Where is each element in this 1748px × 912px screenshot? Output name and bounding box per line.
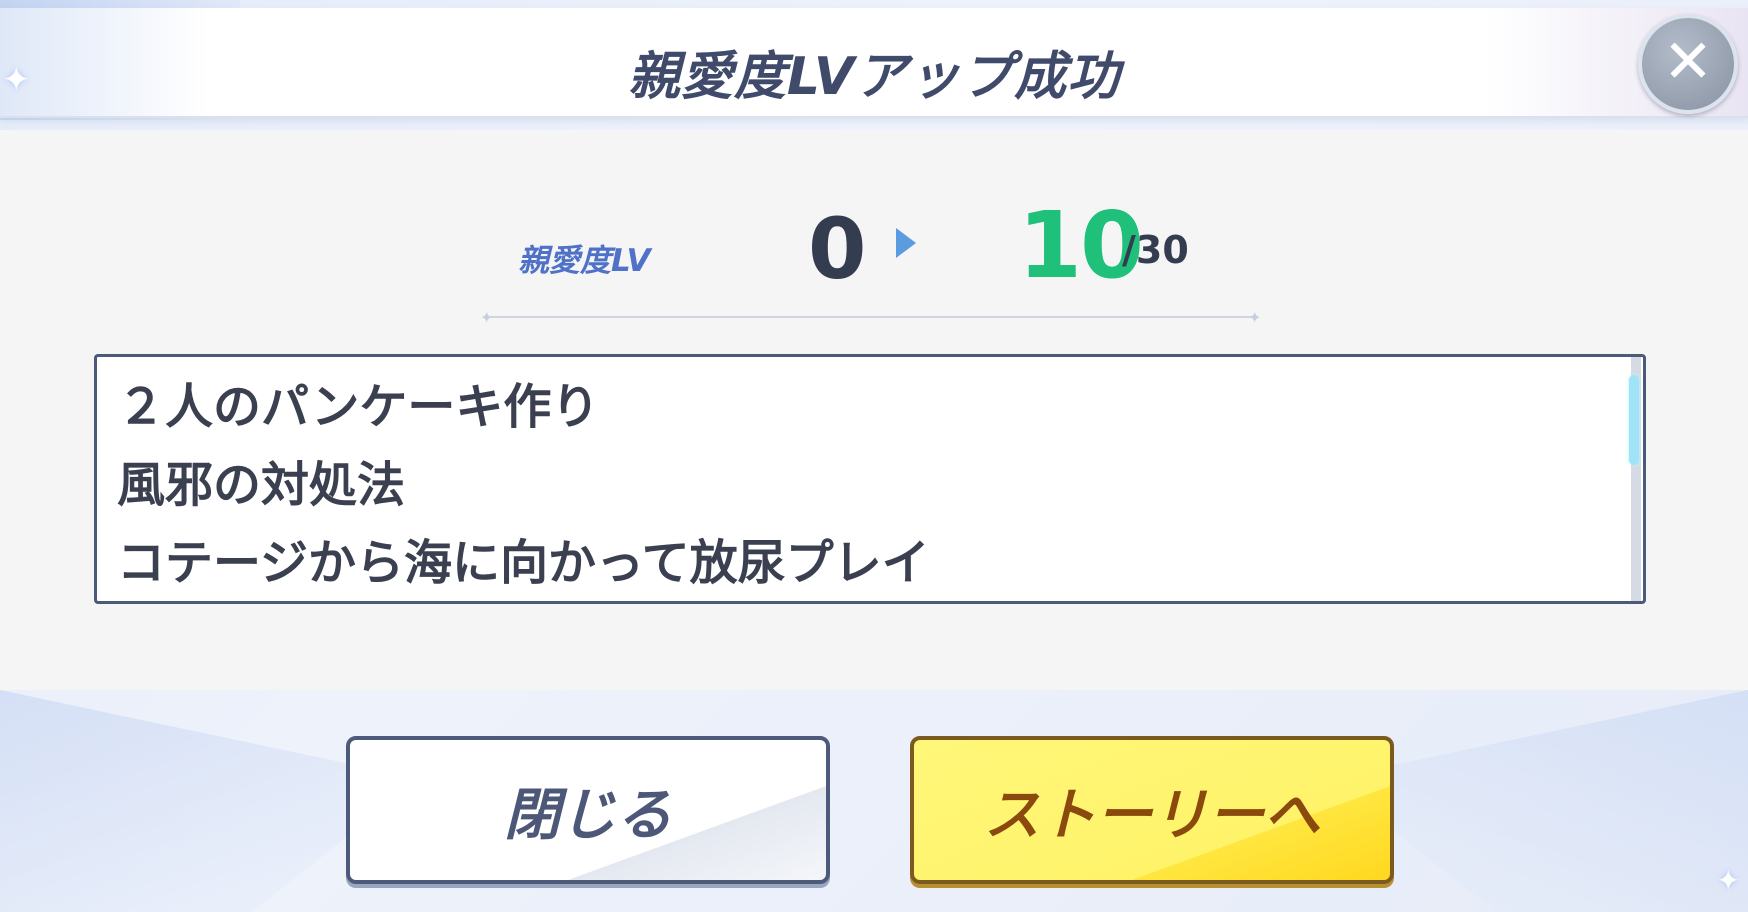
close-icon: ✕ bbox=[1662, 27, 1714, 97]
list-item: ２人のパンケーキ作り bbox=[117, 379, 600, 435]
affection-level-label: 親愛度LV bbox=[518, 243, 651, 279]
divider-sparkle-icon: ✦ bbox=[1248, 308, 1262, 327]
divider bbox=[488, 316, 1258, 318]
arrow-right-icon bbox=[896, 228, 916, 258]
list-item: 風邪の対処法 bbox=[117, 457, 406, 513]
close-dialog-label: 閉じる bbox=[504, 782, 672, 848]
affection-level-max: /30 bbox=[1122, 228, 1189, 272]
result-panel: 親愛度LV 0 10 /30 ✦ ✦ ２人のパンケーキ作り 風邪の対処法 コテー… bbox=[0, 130, 1748, 690]
go-to-story-button[interactable]: ストーリーへ bbox=[910, 736, 1394, 884]
affection-level-before: 0 bbox=[808, 200, 867, 298]
close-dialog-button[interactable]: 閉じる bbox=[346, 736, 830, 884]
dialog-header: ✦ 親愛度LVアップ成功 bbox=[0, 8, 1748, 118]
dialog-title: 親愛度LVアップ成功 bbox=[627, 47, 1121, 107]
unlocked-story-list[interactable]: ２人のパンケーキ作り 風邪の対処法 コテージから海に向かって放尿プレイ bbox=[94, 354, 1646, 604]
sparkle-icon: ✦ bbox=[1716, 864, 1740, 897]
scrollbar-thumb[interactable] bbox=[1629, 375, 1639, 465]
list-item: コテージから海に向かって放尿プレイ bbox=[117, 535, 930, 591]
go-to-story-label: ストーリーへ bbox=[984, 782, 1320, 848]
close-button[interactable]: ✕ bbox=[1638, 14, 1738, 114]
